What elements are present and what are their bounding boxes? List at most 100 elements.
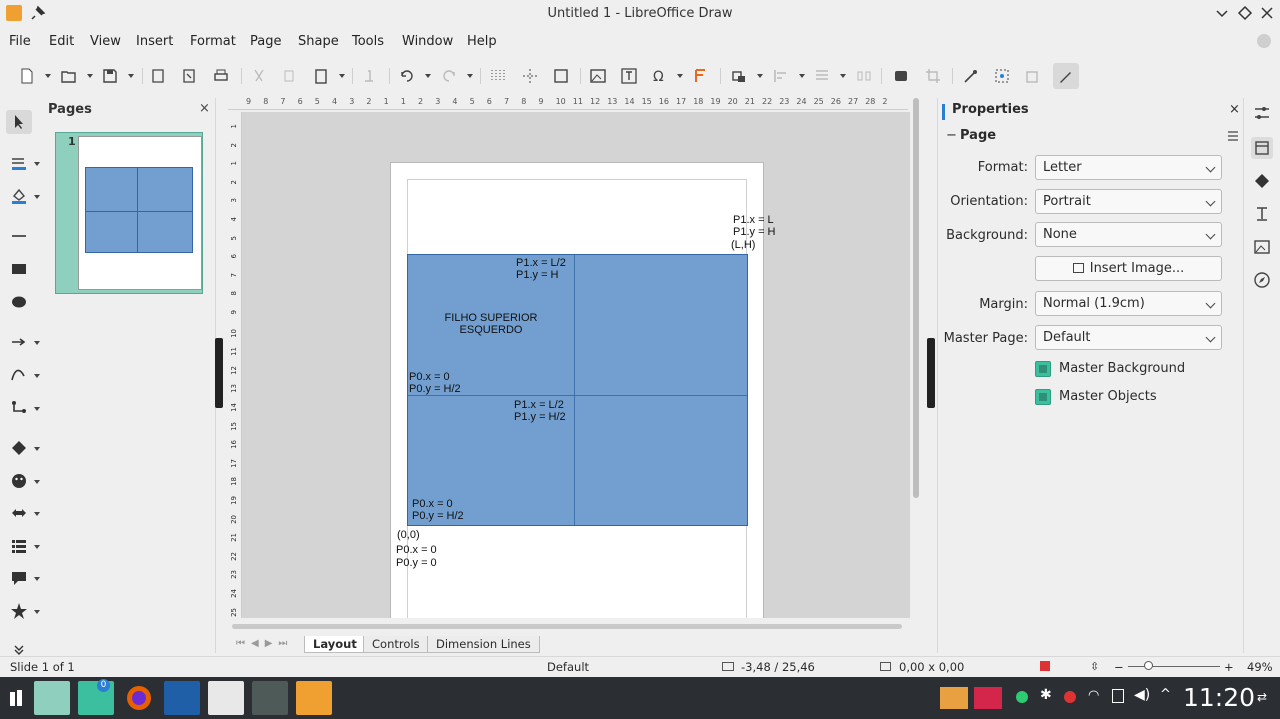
styles-deck-icon[interactable] <box>1251 203 1273 225</box>
tray-status-icon[interactable] <box>1016 691 1028 703</box>
master-objects-checkbox[interactable] <box>1035 389 1051 405</box>
drawing-canvas[interactable]: P1.x = L P1.y = H (L,H) P1.x = L/2 P1.y … <box>242 112 910 618</box>
tab-dimension-lines[interactable]: Dimension Lines <box>427 636 540 653</box>
label-tl-title-2[interactable]: ESQUERDO <box>443 324 539 337</box>
export-pdf-icon[interactable] <box>178 65 200 87</box>
curves-icon[interactable] <box>6 363 32 387</box>
zoom-in-icon[interactable]: + <box>1224 660 1234 674</box>
line-color-icon[interactable] <box>6 151 32 175</box>
redo-icon[interactable] <box>438 65 460 87</box>
label-bl-p1x[interactable]: P1.x = L/2 <box>514 399 564 412</box>
close-icon[interactable] <box>1259 5 1275 21</box>
points-icon[interactable] <box>960 65 982 87</box>
master-objects-label[interactable]: Master Objects <box>1059 389 1157 404</box>
clone-formatting-icon[interactable] <box>358 65 380 87</box>
undo-icon[interactable] <box>396 65 418 87</box>
drawing-page[interactable]: P1.x = L P1.y = H (L,H) P1.x = L/2 P1.y … <box>390 162 776 618</box>
horizontal-ruler[interactable]: 9 8 7 6 5 4 3 2 1 1 2 3 4 5 6 7 8 9 10 11 12 13 14 15 16 17 18 19 20… <box>228 96 908 110</box>
close-document-icon[interactable] <box>1257 34 1271 48</box>
basic-shapes-icon[interactable] <box>6 436 32 460</box>
menu-window[interactable]: Window <box>402 34 453 49</box>
stars-icon[interactable] <box>6 599 32 623</box>
select-icon[interactable] <box>6 110 32 134</box>
tray-alert-icon[interactable] <box>1064 691 1076 703</box>
label-bl-p1y[interactable]: P1.y = H/2 <box>514 411 566 424</box>
tab-layout[interactable]: Layout <box>304 636 366 653</box>
copy-icon[interactable] <box>279 65 301 87</box>
menu-insert[interactable]: Insert <box>136 34 173 49</box>
block-arrows-icon[interactable] <box>6 501 32 525</box>
format-select[interactable]: Letter <box>1035 155 1222 180</box>
print-icon[interactable] <box>210 65 232 87</box>
fill-color-icon[interactable] <box>6 184 32 208</box>
master-background-checkbox[interactable] <box>1035 361 1051 377</box>
zoom-out-icon[interactable]: − <box>1114 660 1124 674</box>
tab-controls[interactable]: Controls <box>363 636 429 653</box>
grid-icon[interactable] <box>487 65 509 87</box>
menu-file[interactable]: File <box>9 34 31 49</box>
crop-icon[interactable] <box>922 65 944 87</box>
label-bl-p0y[interactable]: P0.y = H/2 <box>412 510 464 523</box>
symbol-shapes-icon[interactable] <box>6 469 32 493</box>
pages-panel-collapse-handle[interactable] <box>215 338 223 408</box>
start-menu-icon[interactable] <box>8 688 28 708</box>
clipboard-icon[interactable] <box>1112 689 1124 703</box>
task-impress[interactable] <box>296 681 332 715</box>
vertical-divider-line[interactable] <box>574 255 575 525</box>
label-origin[interactable]: (0,0) <box>397 529 420 542</box>
fontwork-icon[interactable] <box>690 65 712 87</box>
label-tl-p0y[interactable]: P0.y = H/2 <box>409 383 461 396</box>
label-tl-title-1[interactable]: FILHO SUPERIOR <box>443 312 539 325</box>
zoom-percent[interactable]: 49% <box>1247 660 1273 674</box>
flowchart-icon[interactable] <box>6 534 32 558</box>
gallery-deck-icon[interactable] <box>1251 236 1273 258</box>
volume-icon[interactable]: ◀) <box>1134 687 1150 703</box>
rectangle-icon[interactable] <box>6 257 32 281</box>
zoom-slider[interactable] <box>1128 666 1220 667</box>
section-menu-icon[interactable] <box>1228 130 1238 145</box>
label-bl-p0x[interactable]: P0.x = 0 <box>412 498 453 511</box>
toggle-extrusion-icon[interactable] <box>1022 65 1044 87</box>
label-tl-p1y[interactable]: P1.y = H <box>516 269 559 282</box>
connectors-icon[interactable] <box>6 396 32 420</box>
shapes-deck-icon[interactable] <box>1251 170 1273 192</box>
insert-image-icon[interactable] <box>587 65 609 87</box>
label-l-h[interactable]: (L,H) <box>731 239 755 252</box>
line-icon[interactable] <box>6 224 32 248</box>
task-terminal[interactable] <box>252 681 288 715</box>
menu-page[interactable]: Page <box>250 34 281 49</box>
show-desktop-icon[interactable]: ⇄ <box>1257 690 1267 704</box>
horizontal-scrollbar[interactable] <box>232 624 902 629</box>
label-origin-p0y[interactable]: P0.y = 0 <box>396 557 437 570</box>
master-page-select[interactable]: Default <box>1035 325 1222 350</box>
shadow-icon[interactable] <box>890 65 912 87</box>
special-character-icon[interactable]: Ω <box>648 65 670 87</box>
background-select[interactable]: None <box>1035 222 1222 247</box>
menu-format[interactable]: Format <box>190 34 236 49</box>
label-tl-p0x[interactable]: P0.x = 0 <box>409 371 450 384</box>
insert-image-button[interactable]: Insert Image... <box>1035 256 1222 281</box>
tray-expand-icon[interactable]: ^ <box>1160 687 1171 702</box>
open-icon[interactable] <box>58 65 80 87</box>
menu-tools[interactable]: Tools <box>352 34 384 49</box>
new-document-icon[interactable] <box>16 65 38 87</box>
align-icon[interactable] <box>770 65 792 87</box>
transformations-icon[interactable] <box>728 65 750 87</box>
export-icon[interactable] <box>148 65 170 87</box>
tray-app-icon[interactable] <box>940 687 968 709</box>
minimize-icon[interactable] <box>1214 5 1230 21</box>
label-tl-p1x[interactable]: P1.x = L/2 <box>516 257 566 270</box>
collapse-section-icon[interactable]: − <box>946 128 957 143</box>
tray-app2-icon[interactable] <box>974 687 1002 709</box>
vertical-ruler[interactable]: 1 2 1 2 3 4 5 6 7 8 9 10 11 12 13 14 15 16 17 18 19 20 21 22 23 2… <box>228 112 242 618</box>
insert-textbox-icon[interactable] <box>618 65 640 87</box>
tab-navigation-icon[interactable]: ⏮◀▶⏭ <box>236 638 293 649</box>
helplines-icon[interactable] <box>519 65 541 87</box>
orientation-select[interactable]: Portrait <box>1035 189 1222 214</box>
zoom-page-icon[interactable] <box>550 65 572 87</box>
callouts-icon[interactable] <box>6 566 32 590</box>
document-modified-icon[interactable] <box>1040 661 1050 671</box>
show-draw-functions-icon[interactable] <box>1053 63 1079 89</box>
task-firefox[interactable] <box>122 681 156 715</box>
sidebar-collapse-handle[interactable] <box>927 338 935 408</box>
